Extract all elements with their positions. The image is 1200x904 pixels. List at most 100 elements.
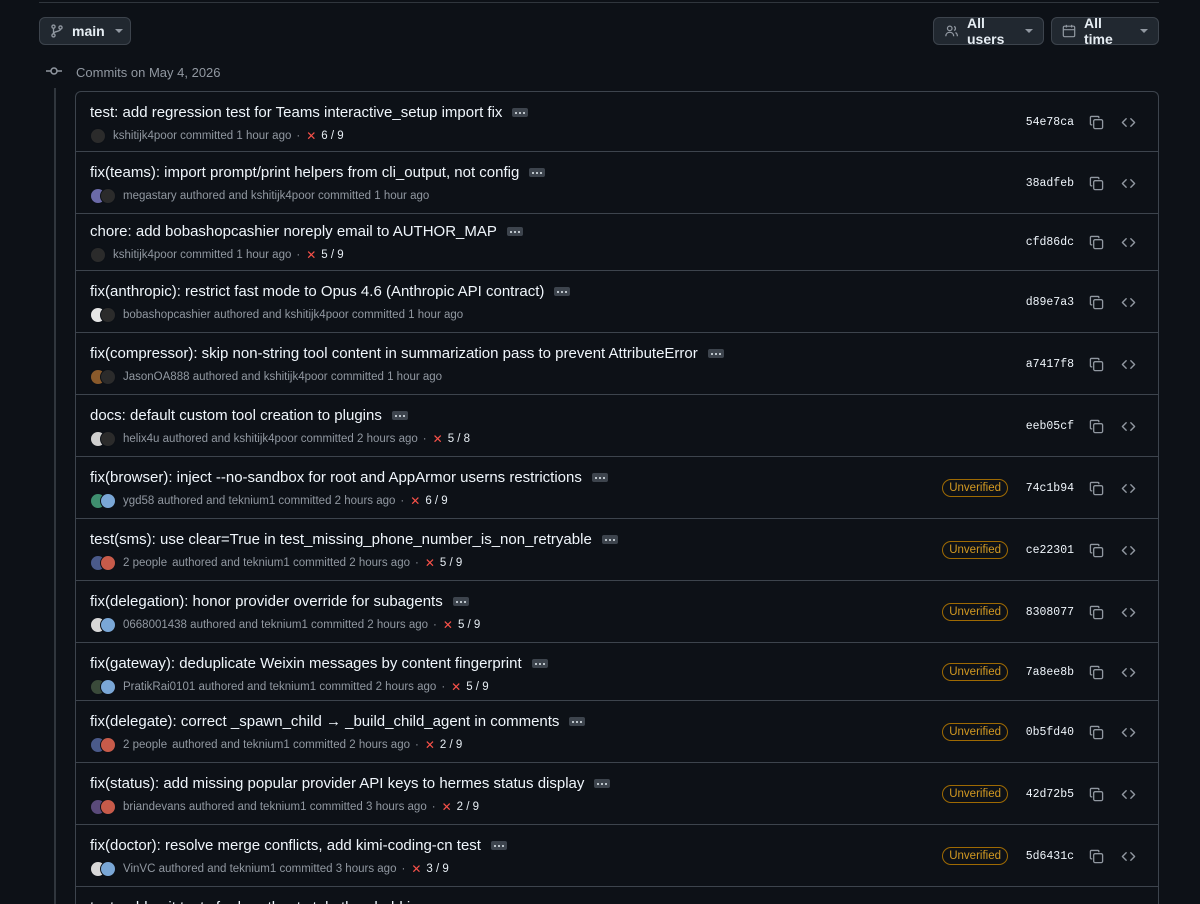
- users-filter-button[interactable]: All users: [933, 15, 1044, 47]
- check-failed-icon[interactable]: ✕: [425, 556, 435, 570]
- avatar[interactable]: [100, 493, 116, 509]
- committer-link[interactable]: kshitijk4poor: [285, 309, 349, 321]
- browse-code-icon[interactable]: [1118, 784, 1138, 804]
- browse-code-icon[interactable]: [1118, 416, 1138, 436]
- commit-title-link[interactable]: fix(delegation): honor provider override…: [90, 593, 443, 610]
- browse-code-icon[interactable]: [1118, 233, 1138, 253]
- commit-sha-link[interactable]: a7417f8: [1022, 358, 1074, 371]
- expand-description-button[interactable]: [601, 535, 618, 544]
- time-filter-button[interactable]: All time: [1051, 15, 1159, 47]
- unverified-badge[interactable]: Unverified: [942, 663, 1008, 681]
- committer-link[interactable]: kshitijk4poor: [234, 433, 298, 445]
- avatar-stack[interactable]: [90, 737, 116, 753]
- expand-description-button[interactable]: [594, 779, 611, 788]
- copy-icon[interactable]: [1086, 602, 1106, 622]
- copy-icon[interactable]: [1086, 846, 1106, 866]
- commit-sha-link[interactable]: 42d72b5: [1022, 788, 1074, 801]
- copy-icon[interactable]: [1086, 662, 1106, 682]
- copy-icon[interactable]: [1086, 722, 1106, 742]
- expand-description-button[interactable]: [554, 287, 571, 296]
- avatar[interactable]: [100, 737, 116, 753]
- committer-link[interactable]: kshitijk4poor: [113, 249, 177, 261]
- check-failed-icon[interactable]: ✕: [306, 248, 316, 262]
- expand-description-button[interactable]: [529, 168, 546, 177]
- commit-sha-link[interactable]: cfd86dc: [1022, 236, 1074, 249]
- avatar[interactable]: [100, 188, 116, 204]
- author-link[interactable]: briandevans: [123, 801, 186, 813]
- author-link[interactable]: 0668001438: [123, 619, 187, 631]
- copy-icon[interactable]: [1086, 540, 1106, 560]
- unverified-badge[interactable]: Unverified: [942, 541, 1008, 559]
- check-failed-icon[interactable]: ✕: [411, 862, 421, 876]
- check-failed-icon[interactable]: ✕: [410, 494, 420, 508]
- commit-sha-link[interactable]: ce22301: [1022, 544, 1074, 557]
- browse-code-icon[interactable]: [1118, 662, 1138, 682]
- commit-sha-link[interactable]: 74c1b94: [1022, 482, 1074, 495]
- unverified-badge[interactable]: Unverified: [942, 479, 1008, 497]
- avatar[interactable]: [90, 247, 106, 263]
- avatar-stack[interactable]: [90, 679, 116, 695]
- committer-link[interactable]: teknium1: [260, 801, 307, 813]
- committer-link[interactable]: kshitijk4poor: [264, 371, 328, 383]
- commit-title-link[interactable]: fix(doctor): resolve merge conflicts, ad…: [90, 837, 481, 854]
- author-link[interactable]: VinVC: [123, 863, 155, 875]
- commit-title-link[interactable]: test: add regression test for Teams inte…: [90, 104, 502, 121]
- browse-code-icon[interactable]: [1118, 722, 1138, 742]
- unverified-badge[interactable]: Unverified: [942, 723, 1008, 741]
- browse-code-icon[interactable]: [1118, 173, 1138, 193]
- author-link[interactable]: JasonOA888: [123, 371, 190, 383]
- branch-selector-button[interactable]: main: [39, 17, 131, 45]
- expand-description-button[interactable]: [569, 717, 586, 726]
- expand-description-button[interactable]: [490, 841, 507, 850]
- commit-title-link[interactable]: fix(teams): import prompt/print helpers …: [90, 164, 519, 181]
- unverified-badge[interactable]: Unverified: [942, 603, 1008, 621]
- checks-count[interactable]: 5 / 9: [466, 681, 488, 693]
- committer-link[interactable]: teknium1: [243, 739, 290, 751]
- copy-icon[interactable]: [1086, 784, 1106, 804]
- commit-title-link[interactable]: test: add unit tests for heartbeat stale…: [90, 899, 464, 904]
- commit-title-link[interactable]: docs: default custom tool creation to pl…: [90, 407, 382, 424]
- commit-title-link[interactable]: fix(status): add missing popular provide…: [90, 775, 584, 792]
- checks-count[interactable]: 2 / 9: [440, 739, 462, 751]
- avatar[interactable]: [100, 861, 116, 877]
- unverified-badge[interactable]: Unverified: [942, 785, 1008, 803]
- commit-sha-link[interactable]: 5d6431c: [1022, 850, 1074, 863]
- avatar-stack[interactable]: [90, 555, 116, 571]
- author-link[interactable]: megastary: [123, 190, 177, 202]
- browse-code-icon[interactable]: [1118, 292, 1138, 312]
- people-count-link[interactable]: 2 people: [123, 739, 167, 751]
- copy-icon[interactable]: [1086, 233, 1106, 253]
- commit-title-link[interactable]: test(sms): use clear=True in test_missin…: [90, 531, 592, 548]
- checks-count[interactable]: 5 / 9: [321, 249, 343, 261]
- commit-title-link[interactable]: fix(compressor): skip non-string tool co…: [90, 345, 698, 362]
- committer-link[interactable]: teknium1: [269, 681, 316, 693]
- committer-link[interactable]: kshitijk4poor: [113, 130, 177, 142]
- check-failed-icon[interactable]: ✕: [451, 680, 461, 694]
- expand-description-button[interactable]: [506, 227, 523, 236]
- commit-sha-link[interactable]: 8308077: [1022, 606, 1074, 619]
- committer-link[interactable]: teknium1: [243, 557, 290, 569]
- browse-code-icon[interactable]: [1118, 602, 1138, 622]
- avatar[interactable]: [100, 679, 116, 695]
- checks-count[interactable]: 6 / 9: [321, 130, 343, 142]
- checks-count[interactable]: 5 / 9: [458, 619, 480, 631]
- expand-description-button[interactable]: [512, 108, 529, 117]
- avatar-stack[interactable]: [90, 861, 116, 877]
- copy-icon[interactable]: [1086, 354, 1106, 374]
- expand-description-button[interactable]: [707, 349, 724, 358]
- checks-count[interactable]: 3 / 9: [426, 863, 448, 875]
- check-failed-icon[interactable]: ✕: [442, 800, 452, 814]
- commit-sha-link[interactable]: 38adfeb: [1022, 177, 1074, 190]
- avatar-stack[interactable]: [90, 128, 106, 144]
- checks-count[interactable]: 6 / 9: [425, 495, 447, 507]
- checks-count[interactable]: 2 / 9: [457, 801, 479, 813]
- committer-link[interactable]: teknium1: [230, 863, 277, 875]
- commit-title-link[interactable]: fix(delegate): correct _spawn_child → _b…: [90, 713, 559, 730]
- check-failed-icon[interactable]: ✕: [425, 738, 435, 752]
- committer-link[interactable]: kshitijk4poor: [251, 190, 315, 202]
- commit-title-link[interactable]: chore: add bobashopcashier noreply email…: [90, 223, 497, 240]
- copy-icon[interactable]: [1086, 173, 1106, 193]
- commit-sha-link[interactable]: d89e7a3: [1022, 296, 1074, 309]
- expand-description-button[interactable]: [531, 659, 548, 668]
- avatar-stack[interactable]: [90, 799, 116, 815]
